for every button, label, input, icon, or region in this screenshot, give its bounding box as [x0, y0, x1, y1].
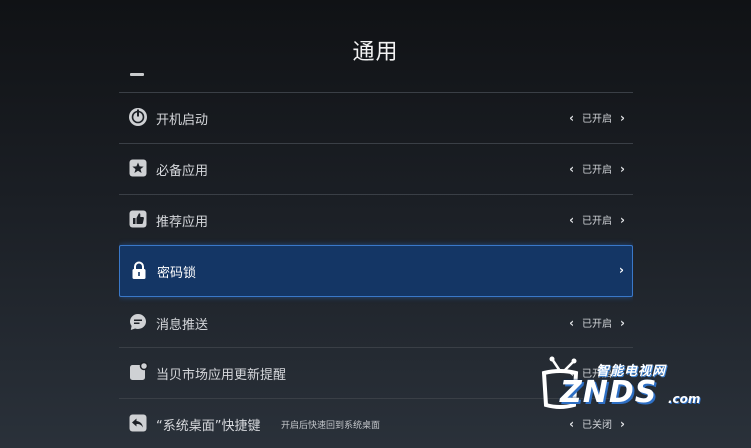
setting-label: 消息推送	[156, 318, 209, 333]
setting-value: 已开启	[582, 216, 613, 227]
lock-icon	[129, 260, 149, 280]
thumbs-up-icon	[128, 209, 148, 229]
setting-label: 密码锁	[157, 266, 197, 281]
chevron-right-icon[interactable]: ›	[620, 162, 625, 176]
setting-value: 已开启	[582, 319, 613, 330]
setting-description: 开启后快速回到系统桌面	[281, 421, 381, 431]
setting-value-selector[interactable]: ‹ 已开启 ›	[569, 212, 625, 228]
chevron-right-icon[interactable]: ›	[620, 111, 625, 125]
chevron-right-icon[interactable]: ›	[619, 263, 624, 277]
setting-label: “系统桌面”快捷键	[156, 419, 261, 434]
setting-row-boot-start[interactable]: 开机启动 ‹ 已开启 ›	[119, 92, 633, 142]
setting-row-password-lock[interactable]: 密码锁 ›	[119, 245, 633, 297]
chevron-right-icon[interactable]: ›	[620, 417, 625, 431]
setting-label: 开机启动	[156, 113, 209, 128]
setting-row-essential-apps[interactable]: 必备应用 ‹ 已开启 ›	[119, 143, 633, 193]
setting-value-selector[interactable]: ‹ 已开启 ›	[569, 161, 625, 177]
chevron-left-icon[interactable]: ‹	[569, 213, 574, 227]
watermark-brand: ZNDS	[560, 375, 658, 410]
setting-value-selector[interactable]: ›	[619, 263, 624, 277]
chevron-left-icon[interactable]: ‹	[569, 417, 574, 431]
setting-value-selector[interactable]: ‹ 已开启 ›	[569, 110, 625, 126]
star-icon	[128, 158, 148, 178]
setting-label: 推荐应用	[156, 215, 209, 230]
setting-value: 已开启	[582, 114, 613, 125]
watermark-logo: 智能电视网 ZNDS .com	[540, 355, 745, 415]
setting-label: 当贝市场应用更新提醒	[156, 368, 287, 383]
notification-icon	[128, 362, 148, 382]
setting-value-selector[interactable]: ‹ 已开启 ›	[569, 315, 625, 331]
setting-value: 已开启	[582, 165, 613, 176]
chat-icon	[128, 312, 148, 332]
chevron-left-icon[interactable]: ‹	[569, 162, 574, 176]
chevron-left-icon[interactable]: ‹	[569, 111, 574, 125]
partial-item-icon	[130, 73, 144, 76]
page-title: 通用	[352, 40, 399, 65]
chevron-right-icon[interactable]: ›	[620, 316, 625, 330]
setting-row-recommended-apps[interactable]: 推荐应用 ‹ 已开启 ›	[119, 194, 633, 244]
chevron-right-icon[interactable]: ›	[620, 213, 625, 227]
watermark-suffix: .com	[668, 392, 701, 406]
return-icon	[128, 413, 148, 433]
chevron-left-icon[interactable]: ‹	[569, 316, 574, 330]
power-icon	[128, 107, 148, 127]
setting-value: 已关闭	[582, 420, 613, 431]
setting-row-message-push[interactable]: 消息推送 ‹ 已开启 ›	[119, 298, 633, 348]
setting-value-selector[interactable]: ‹ 已关闭 ›	[569, 416, 625, 432]
setting-label: 必备应用	[156, 164, 209, 179]
